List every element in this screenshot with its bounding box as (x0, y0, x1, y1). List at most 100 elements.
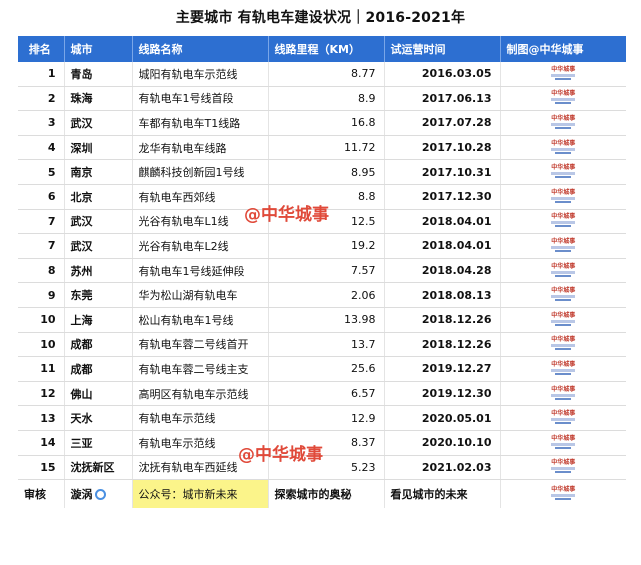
logo-cell: 中华城事 (500, 430, 626, 456)
table-row: 2 珠海 有轨电车1号线首段 8.9 2017.06.13 中华城事 (18, 86, 626, 112)
date-cell: 2017.12.30 (384, 184, 501, 210)
rank-cell: 15 (18, 455, 65, 481)
header-rank: 排名 (18, 36, 65, 62)
table-row: 5 南京 麒麟科技创新园1号线 8.95 2017.10.31 中华城事 (18, 159, 626, 185)
city-cell: 北京 (64, 184, 133, 210)
date-cell: 2021.02.03 (384, 455, 501, 481)
rank-cell: 5 (18, 159, 65, 185)
logo-cell: 中华城事 (500, 307, 626, 333)
footer-row: 审核 漩涡 公众号：城市新未来 探索城市的奥秘 看见城市的未来 中华城事 (18, 479, 626, 509)
zhonghua-logo-icon: 中华城事 (548, 140, 578, 156)
logo-cell: 中华城事 (500, 86, 626, 112)
date-cell: 2019.12.30 (384, 381, 501, 407)
footer-logo-cell: 中华城事 (500, 480, 626, 509)
rank-cell: 4 (18, 135, 65, 161)
rank-cell: 8 (18, 258, 65, 284)
date-cell: 2020.05.01 (384, 405, 501, 431)
date-cell: 2018.12.26 (384, 332, 501, 358)
city-cell: 武汉 (64, 209, 133, 235)
zhonghua-logo-icon: 中华城事 (548, 410, 578, 426)
length-cell: 13.98 (268, 307, 385, 333)
line-cell: 有轨电车1号线延伸段 (132, 258, 269, 284)
zhonghua-logo-icon: 中华城事 (548, 336, 578, 352)
reviewer-name: 漩涡 (70, 488, 93, 502)
logo-cell: 中华城事 (500, 233, 626, 259)
logo-cell: 中华城事 (500, 282, 626, 308)
city-cell: 成都 (64, 332, 133, 358)
zhonghua-logo-icon: 中华城事 (548, 263, 578, 279)
tram-table: 排名 城市 线路名称 线路里程（KM） 试运营时间 制图@中华城事 1 青岛 城阳有… (18, 36, 626, 509)
logo-cell: 中华城事 (500, 332, 626, 358)
length-cell: 11.72 (268, 135, 385, 161)
date-cell: 2018.04.01 (384, 233, 501, 259)
date-cell: 2019.12.27 (384, 356, 501, 382)
rank-cell: 2 (18, 86, 65, 112)
watermark: @中华城事 (244, 205, 329, 225)
date-cell: 2020.10.10 (384, 430, 501, 456)
rank-cell: 13 (18, 405, 65, 431)
zhonghua-logo-icon: 中华城事 (548, 312, 578, 328)
table-row: 10 上海 松山有轨电车1号线 13.98 2018.12.26 中华城事 (18, 307, 626, 333)
rank-cell: 3 (18, 110, 65, 136)
line-cell: 高明区有轨电车示范线 (132, 381, 269, 407)
length-cell: 8.77 (268, 62, 385, 87)
zhonghua-logo-icon: 中华城事 (548, 486, 578, 502)
zhonghua-logo-icon: 中华城事 (548, 90, 578, 106)
rank-cell: 11 (18, 356, 65, 382)
logo-cell: 中华城事 (500, 209, 626, 235)
length-cell: 2.06 (268, 282, 385, 308)
length-cell: 19.2 (268, 233, 385, 259)
rank-cell: 7 (18, 209, 65, 235)
date-cell: 2017.10.28 (384, 135, 501, 161)
rank-cell: 12 (18, 381, 65, 407)
zhonghua-logo-icon: 中华城事 (548, 115, 578, 131)
line-cell: 华为松山湖有轨电车 (132, 282, 269, 308)
watermark: @中华城事 (238, 445, 323, 465)
city-cell: 三亚 (64, 430, 133, 456)
city-cell: 天水 (64, 405, 133, 431)
zhonghua-logo-icon: 中华城事 (548, 164, 578, 180)
zhonghua-logo-icon: 中华城事 (548, 213, 578, 229)
table-row: 8 苏州 有轨电车1号线延伸段 7.57 2018.04.28 中华城事 (18, 258, 626, 284)
logo-cell: 中华城事 (500, 356, 626, 382)
rank-cell: 14 (18, 430, 65, 456)
table-row: 9 东莞 华为松山湖有轨电车 2.06 2018.08.13 中华城事 (18, 282, 626, 308)
line-cell: 龙华有轨电车线路 (132, 135, 269, 161)
city-cell: 青岛 (64, 62, 133, 87)
logo-cell: 中华城事 (500, 110, 626, 136)
length-cell: 16.8 (268, 110, 385, 136)
line-cell: 麒麟科技创新园1号线 (132, 159, 269, 185)
rank-cell: 1 (18, 62, 65, 87)
table-row: 4 深圳 龙华有轨电车线路 11.72 2017.10.28 中华城事 (18, 135, 626, 161)
logo-cell: 中华城事 (500, 405, 626, 431)
header-credit: 制图@中华城事 (500, 36, 626, 62)
city-cell: 东莞 (64, 282, 133, 308)
line-cell: 城阳有轨电车示范线 (132, 62, 269, 87)
page-title: 主要城市 有轨电车建设状况｜2016-2021年 (175, 10, 466, 26)
length-cell: 13.7 (268, 332, 385, 358)
table-row: 7 武汉 光谷有轨电车L2线 19.2 2018.04.01 中华城事 (18, 233, 626, 259)
logo-cell: 中华城事 (500, 159, 626, 185)
table-row: 1 青岛 城阳有轨电车示范线 8.77 2016.03.05 中华城事 (18, 62, 626, 87)
rank-cell: 7 (18, 233, 65, 259)
zhonghua-logo-icon: 中华城事 (548, 361, 578, 377)
header-city: 城市 (64, 36, 133, 62)
city-cell: 深圳 (64, 135, 133, 161)
city-cell: 武汉 (64, 110, 133, 136)
header-row: 排名 城市 线路名称 线路里程（KM） 试运营时间 制图@中华城事 (18, 36, 626, 62)
zhonghua-logo-icon: 中华城事 (548, 459, 578, 475)
date-cell: 2018.12.26 (384, 307, 501, 333)
zhonghua-logo-icon: 中华城事 (548, 66, 578, 82)
table-row: 12 佛山 高明区有轨电车示范线 6.57 2019.12.30 中华城事 (18, 381, 626, 407)
slogan-explore: 探索城市的奥秘 (268, 479, 385, 509)
length-cell: 25.6 (268, 356, 385, 382)
date-cell: 2018.08.13 (384, 282, 501, 308)
line-cell: 有轨电车示范线 (132, 405, 269, 431)
city-cell: 苏州 (64, 258, 133, 284)
length-cell: 6.57 (268, 381, 385, 407)
line-cell: 有轨电车1号线首段 (132, 86, 269, 112)
table-row: 13 天水 有轨电车示范线 12.9 2020.05.01 中华城事 (18, 405, 626, 431)
line-cell: 光谷有轨电车L2线 (132, 233, 269, 259)
line-cell: 松山有轨电车1号线 (132, 307, 269, 333)
line-cell: 车都有轨电车T1线路 (132, 110, 269, 136)
